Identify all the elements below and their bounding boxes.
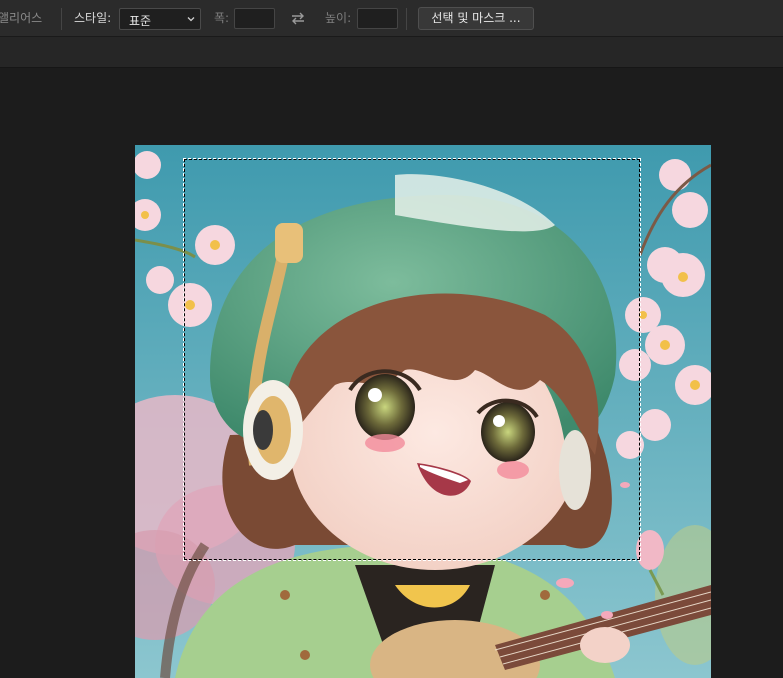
style-label: 스타일:: [74, 11, 112, 25]
style-dropdown[interactable]: 표준: [119, 8, 201, 30]
height-label: 높이:: [325, 11, 352, 25]
width-label: 폭:: [214, 11, 230, 25]
width-input[interactable]: [234, 8, 275, 29]
antialias-checkbox-label[interactable]: 앨리어스: [0, 11, 42, 25]
swap-arrows-icon[interactable]: [290, 11, 306, 26]
photoshop-window: 앨리어스 스타일: 표준 폭: 높이: 선택 및 마스크 ...: [0, 0, 783, 678]
options-separator: [61, 8, 62, 30]
style-dropdown-value: 표준: [129, 14, 152, 28]
tool-options-bar: 앨리어스 스타일: 표준 폭: 높이: 선택 및 마스크 ...: [0, 0, 783, 37]
chevron-down-icon: [187, 17, 195, 22]
marquee-selection[interactable]: [183, 158, 641, 561]
select-and-mask-button[interactable]: 선택 및 마스크 ...: [418, 7, 534, 30]
options-separator: [406, 8, 407, 30]
height-input[interactable]: [357, 8, 398, 29]
document-tab-bar: [0, 37, 783, 68]
